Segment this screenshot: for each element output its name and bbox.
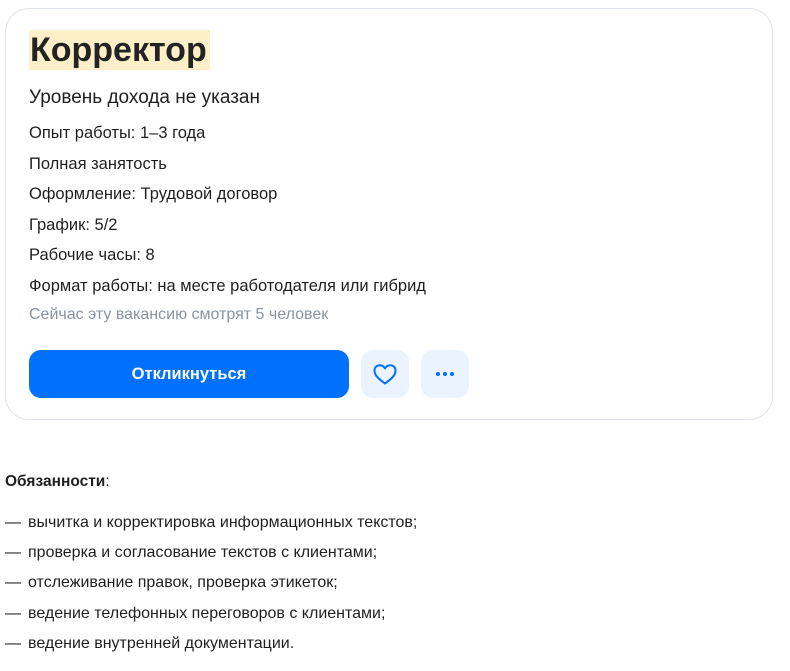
list-item: — отслеживание правок, проверка этикеток; — [5, 572, 417, 602]
responsibilities-heading-text: Обязанности — [5, 473, 106, 490]
more-dots-icon — [436, 372, 454, 376]
vacancy-title: Корректор — [29, 30, 210, 70]
responsibilities-heading-colon: : — [105, 473, 110, 490]
vacancy-details-list: Опыт работы: 1–3 года Полная занятость О… — [29, 122, 426, 305]
list-dash: — — [5, 604, 21, 622]
salary-info: Уровень дохода не указан — [29, 87, 260, 108]
list-item-text: ведение внутренней документации. — [28, 634, 295, 652]
detail-experience: Опыт работы: 1–3 года — [29, 124, 206, 142]
detail-hours: Рабочие часы: 8 — [29, 246, 155, 264]
viewers-count: Сейчас эту вакансию смотрят 5 человек — [29, 306, 329, 323]
favorite-button[interactable] — [361, 350, 409, 398]
list-dash: — — [5, 514, 21, 531]
vacancy-page: Корректор Уровень дохода не указан Опыт … — [0, 0, 790, 671]
vacancy-card: Корректор Уровень дохода не указан Опыт … — [5, 8, 773, 420]
list-item: — проверка и согласование текстов с клиен… — [5, 542, 417, 572]
list-dash: — — [5, 574, 21, 592]
detail-employment: Полная занятость — [29, 154, 167, 173]
responsibilities-heading: Обязанности: — [5, 471, 110, 493]
list-item-text: проверка и согласование текстов с клиент… — [28, 544, 378, 562]
list-dash: — — [5, 634, 21, 652]
heart-icon — [372, 362, 398, 386]
list-item: — ведение телефонных переговоров с клиент… — [5, 603, 417, 633]
detail-contract: Оформление: Трудовой договор — [29, 185, 278, 203]
list-item: — ведение внутренней документации. — [5, 633, 417, 663]
more-options-button[interactable] — [421, 350, 469, 398]
list-item: — вычитка и корректировка информационных … — [5, 512, 417, 542]
detail-work-format: Формат работы: на месте работодателя или… — [29, 276, 426, 295]
list-item-text: отслеживание правок, проверка этикеток; — [28, 574, 338, 592]
detail-schedule: График: 5/2 — [29, 215, 118, 234]
responsibilities-list: — вычитка и корректировка информационных … — [5, 512, 417, 663]
list-item-text: вычитка и корректировка информационных т… — [28, 514, 418, 531]
apply-button[interactable]: Откликнуться — [29, 350, 349, 398]
list-item-text: ведение телефонных переговоров с клиента… — [28, 604, 386, 622]
list-dash: — — [5, 544, 21, 562]
